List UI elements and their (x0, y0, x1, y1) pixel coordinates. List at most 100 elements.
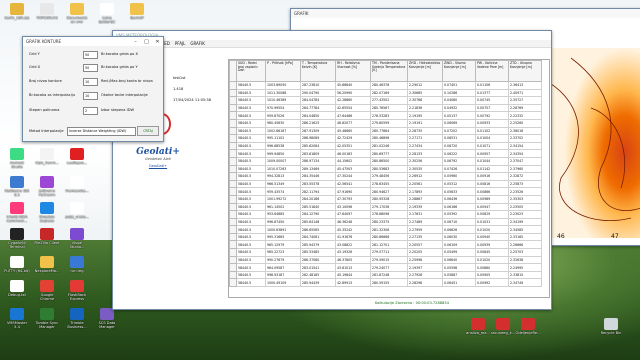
table-cell[interactable]: 966.51349 (265, 179, 301, 189)
table-cell[interactable]: 0.00939 (475, 240, 509, 250)
row-selector[interactable] (229, 202, 237, 212)
table-cell[interactable]: 285.51840 (300, 202, 336, 212)
table-cell[interactable]: 47.64486 (335, 111, 371, 120)
maximize-button[interactable]: □ (141, 39, 152, 45)
row-selector[interactable] (229, 240, 237, 250)
close-button[interactable]: ✕ (152, 39, 163, 45)
table-cell[interactable]: 286.37080 (300, 255, 336, 265)
row-selector[interactable] (229, 232, 237, 242)
table-cell[interactable]: 0.05392 (442, 210, 476, 219)
table-cell[interactable]: 961.14502 (265, 202, 301, 212)
table-cell[interactable]: 2.27959 (407, 225, 443, 234)
table-cell[interactable]: 280.95328 (370, 194, 408, 204)
table-cell[interactable]: 58440.5 (236, 202, 266, 212)
table-cell[interactable]: 285.62084 (300, 141, 336, 151)
table-cell[interactable]: 2.26666 (508, 240, 542, 250)
table-cell[interactable]: 284.20186 (300, 194, 336, 204)
table-cell[interactable]: 43.08822 (335, 240, 371, 250)
table-cell[interactable]: 2.36413 (508, 81, 542, 90)
table-cell[interactable]: 965.12979 (265, 240, 301, 250)
table-cell[interactable]: 0.00905 (475, 270, 509, 280)
table-cell[interactable]: 43.19326 (335, 248, 371, 257)
table-cell[interactable]: 0.05312 (442, 179, 476, 189)
table-cell[interactable]: 2.28769 (508, 103, 542, 113)
table-cell[interactable]: 58440.5 (236, 88, 266, 98)
table-cell[interactable]: 285.64148 (300, 217, 336, 227)
contour-dialog[interactable]: GRAFIK KONTURE – □ ✕ Grid Y 50 Br.kocaka g… (22, 36, 164, 142)
table-cell[interactable]: 58440.5 (236, 179, 266, 189)
table-cell[interactable]: 0.00745 (475, 96, 509, 105)
table-cell[interactable]: 0.01020 (475, 225, 509, 234)
table-cell[interactable]: 2.25998 (407, 255, 443, 265)
table-cell[interactable]: 46.37805 (335, 255, 371, 265)
table-cell[interactable]: 959.43574 (265, 187, 301, 196)
method-select[interactable]: Inverse Distance Weighting (IDW) (67, 127, 136, 136)
table-cell[interactable]: 281.02246 (370, 141, 408, 151)
table-cell[interactable]: 2.26912 (407, 172, 443, 181)
table-cell[interactable]: 2.25703 (508, 248, 542, 257)
table-cell[interactable]: 287.91309 (300, 126, 336, 136)
table-cell[interactable]: 45.66840 (335, 81, 371, 90)
table-row[interactable]: 58440.5 959.43574 282.11794 47.91690 280.946… (229, 187, 542, 196)
dialog-titlebar[interactable]: GRAFIK KONTURE – □ ✕ (23, 37, 163, 46)
table-cell[interactable]: 45.19844 (335, 270, 371, 280)
table-cell[interactable]: 0.06109 (442, 240, 476, 250)
table-cell[interactable]: 0.01044 (475, 156, 509, 166)
desktop-icon[interactable]: NexploreMa... (34, 256, 60, 273)
table-cell[interactable]: 280.46898 (370, 134, 408, 143)
table-cell[interactable]: 0.06792 (442, 156, 476, 166)
row-selector[interactable] (229, 156, 237, 166)
desktop-icon[interactable]: run.reg (64, 256, 90, 273)
table-row[interactable]: 58440.5 1010.07263 289.13469 45.47503 280.53… (229, 164, 542, 174)
desktop-icon[interactable]: Vremenska... (64, 176, 90, 193)
column-header[interactable]: T - Temperatura Kelvin [K] (300, 60, 336, 82)
table-cell[interactable]: 0.00792 (475, 111, 509, 120)
table-cell[interactable]: 58440.5 (236, 248, 266, 257)
table-cell[interactable]: 280.59155 (370, 278, 408, 288)
table-cell[interactable]: 278.63455 (370, 179, 408, 189)
menu-item-pfajl[interactable]: PFAJL (175, 41, 186, 46)
table-cell[interactable]: 0.06626 (442, 225, 476, 234)
table-cell[interactable]: 2.28735 (407, 126, 443, 136)
table-cell[interactable]: 2.27434 (407, 141, 443, 151)
table-cell[interactable]: 58440.5 (236, 118, 266, 128)
table-cell[interactable]: 2.23526 (508, 187, 542, 196)
field-input[interactable]: 2 (83, 107, 98, 115)
table-cell[interactable]: 284.04784 (300, 96, 336, 105)
table-cell[interactable]: 286.65585 (300, 225, 336, 234)
table-cell[interactable]: 2.34354 (508, 149, 542, 158)
desktop-icon[interactable]: VMSMaster 5.4 (4, 308, 30, 329)
table-cell[interactable]: 995.11102 (265, 134, 301, 143)
table-row[interactable]: 58440.5 994.32813 284.35446 47.30244 279.484… (229, 172, 542, 181)
table-cell[interactable]: 2.27489 (407, 217, 443, 227)
table-cell[interactable]: 999.94850 (265, 149, 301, 158)
table-cell[interactable]: 2.34749 (508, 278, 542, 288)
table-cell[interactable]: 960.45630 (265, 118, 301, 128)
table-cell[interactable]: 2.30535 (407, 164, 443, 174)
main-window[interactable]: VMS METEOROLOGIA LED PFAJL GRAFIK test1s… (112, 30, 552, 310)
desktop-icon[interactable]: Visual Studio... (64, 228, 90, 249)
table-cell[interactable]: 2.20561 (407, 179, 443, 189)
table-cell[interactable]: 42.05351 (335, 141, 371, 151)
table-cell[interactable]: 284.04850 (300, 111, 336, 120)
table-cell[interactable]: 281.12701 (370, 240, 408, 250)
table-cell[interactable]: 280.53683 (370, 164, 408, 174)
table-cell[interactable]: 44.15602 (335, 156, 371, 166)
row-selector[interactable] (229, 187, 237, 196)
desktop-icon[interactable]: Cygwin64 Terminal (4, 228, 30, 249)
table-row[interactable]: 58440.5 966.51349 283.55378 42.56541 278.634… (229, 179, 542, 189)
desktop-icon[interactable]: racuneeg_k... (490, 318, 516, 335)
desktop-icon[interactable]: analiza_ma... (465, 318, 491, 335)
table-cell[interactable]: 970.99554 (265, 103, 301, 113)
table-cell[interactable]: 280.94627 (370, 187, 408, 196)
column-header[interactable]: RH - Relativna Vlaznost [%] (335, 60, 371, 82)
table-cell[interactable]: 47.30244 (335, 172, 371, 181)
table-cell[interactable]: 43.10096 (335, 202, 371, 212)
column-header[interactable]: PW - Kolicina Vodene Pare [m] (475, 60, 509, 82)
table-cell[interactable]: 45.48665 (335, 126, 371, 136)
table-row[interactable]: 58440.5 1001.99272 284.20186 47.30793 280.95… (229, 194, 542, 204)
table-cell[interactable]: 0.06720 (442, 141, 476, 151)
table-cell[interactable]: 2.35727 (508, 96, 542, 105)
row-selector[interactable] (229, 194, 237, 204)
table-cell[interactable]: 283.61809 (300, 149, 336, 158)
